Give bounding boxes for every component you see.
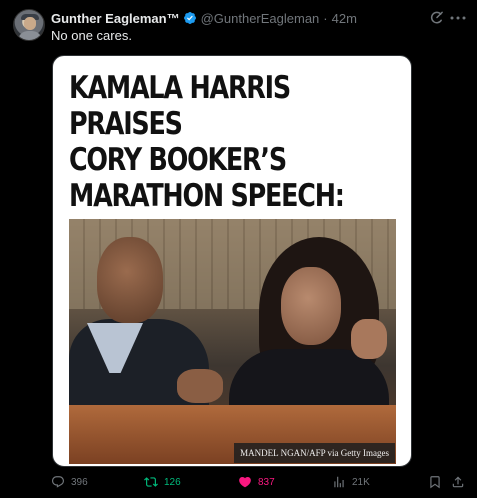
views-icon xyxy=(334,476,344,488)
repost-count: 126 xyxy=(164,476,181,488)
action-bar: 396 126 837 21K xyxy=(51,474,467,490)
display-name[interactable]: Gunther Eagleman™ xyxy=(51,11,180,26)
verified-badge-icon[interactable] xyxy=(183,11,197,25)
reply-button[interactable]: 396 xyxy=(51,474,88,490)
views-count: 21K xyxy=(352,476,370,488)
bookmark-icon xyxy=(430,476,440,489)
timestamp[interactable]: 42m xyxy=(332,11,357,26)
tweet[interactable]: Gunther Eagleman™ @GuntherEagleman · 42m… xyxy=(0,0,477,498)
like-button[interactable]: 837 xyxy=(238,474,275,490)
more-icon[interactable] xyxy=(449,10,467,25)
bookmark-button[interactable] xyxy=(428,474,448,490)
handle[interactable]: @GuntherEagleman xyxy=(201,11,320,26)
photo-credit: MANDEL NGAN/AFP via Getty Images xyxy=(234,443,395,463)
share-button[interactable] xyxy=(451,474,471,490)
separator-dot: · xyxy=(323,10,328,26)
like-icon xyxy=(239,477,251,488)
repost-icon xyxy=(144,477,158,487)
grok-icon[interactable] xyxy=(429,10,444,25)
media-photo: MANDEL NGAN/AFP via Getty Images xyxy=(69,219,396,464)
media-image[interactable]: KAMALA HARRIS PRAISES CORY BOOKER’S MARA… xyxy=(52,55,412,467)
tweet-header: Gunther Eagleman™ @GuntherEagleman · 42m xyxy=(51,9,357,27)
reply-icon xyxy=(52,476,64,488)
avatar[interactable] xyxy=(13,9,45,41)
like-count: 837 xyxy=(258,476,275,488)
repost-button[interactable]: 126 xyxy=(144,474,181,490)
tweet-text: No one cares. xyxy=(51,28,132,43)
reply-count: 396 xyxy=(71,476,88,488)
views-button[interactable]: 21K xyxy=(332,474,370,490)
share-icon xyxy=(452,476,464,488)
